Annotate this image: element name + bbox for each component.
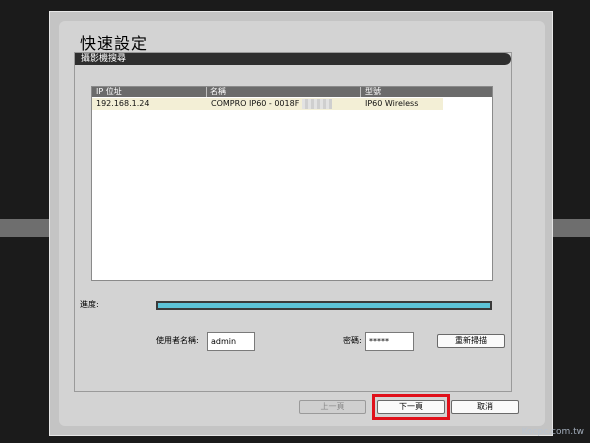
- password-label: 密碼:: [343, 336, 362, 345]
- column-separator: [360, 87, 361, 97]
- section-header: 攝影機搜尋: [75, 53, 511, 65]
- redacted-area: [302, 99, 332, 109]
- camera-name: COMPRO IP60 - 0018F: [211, 99, 300, 108]
- list-header: IP 位址 名稱 型號: [92, 87, 492, 97]
- password-input[interactable]: *****: [365, 332, 414, 351]
- camera-row[interactable]: 192.168.1.24 COMPRO IP60 - 0018F IP60 Wi…: [92, 98, 443, 110]
- camera-list[interactable]: IP 位址 名稱 型號 192.168.1.24 COMPRO IP60 - 0…: [91, 86, 493, 281]
- username-label: 使用者名稱:: [156, 336, 199, 345]
- camera-ip: 192.168.1.24: [96, 99, 150, 108]
- column-separator: [206, 87, 207, 97]
- progress-bar: [156, 301, 492, 310]
- username-input[interactable]: admin: [207, 332, 255, 351]
- column-header-name[interactable]: 名稱: [210, 87, 226, 97]
- rescan-button[interactable]: 重新掃描: [437, 334, 505, 348]
- camera-model: IP60 Wireless: [365, 99, 419, 108]
- cancel-button[interactable]: 取消: [451, 400, 519, 414]
- prev-button[interactable]: 上一頁: [299, 400, 366, 414]
- next-button[interactable]: 下一頁: [377, 400, 445, 414]
- column-header-model[interactable]: 型號: [365, 87, 381, 97]
- column-header-ip[interactable]: IP 位址: [96, 87, 122, 97]
- dialog-title: 快速設定: [80, 34, 149, 53]
- progress-label: 進度:: [80, 300, 99, 309]
- watermark: Kocpc.com.tw: [521, 427, 584, 437]
- quick-setup-dialog: 快速設定 攝影機搜尋 IP 位址 名稱 型號 192.168.1.24 COMP…: [49, 11, 553, 436]
